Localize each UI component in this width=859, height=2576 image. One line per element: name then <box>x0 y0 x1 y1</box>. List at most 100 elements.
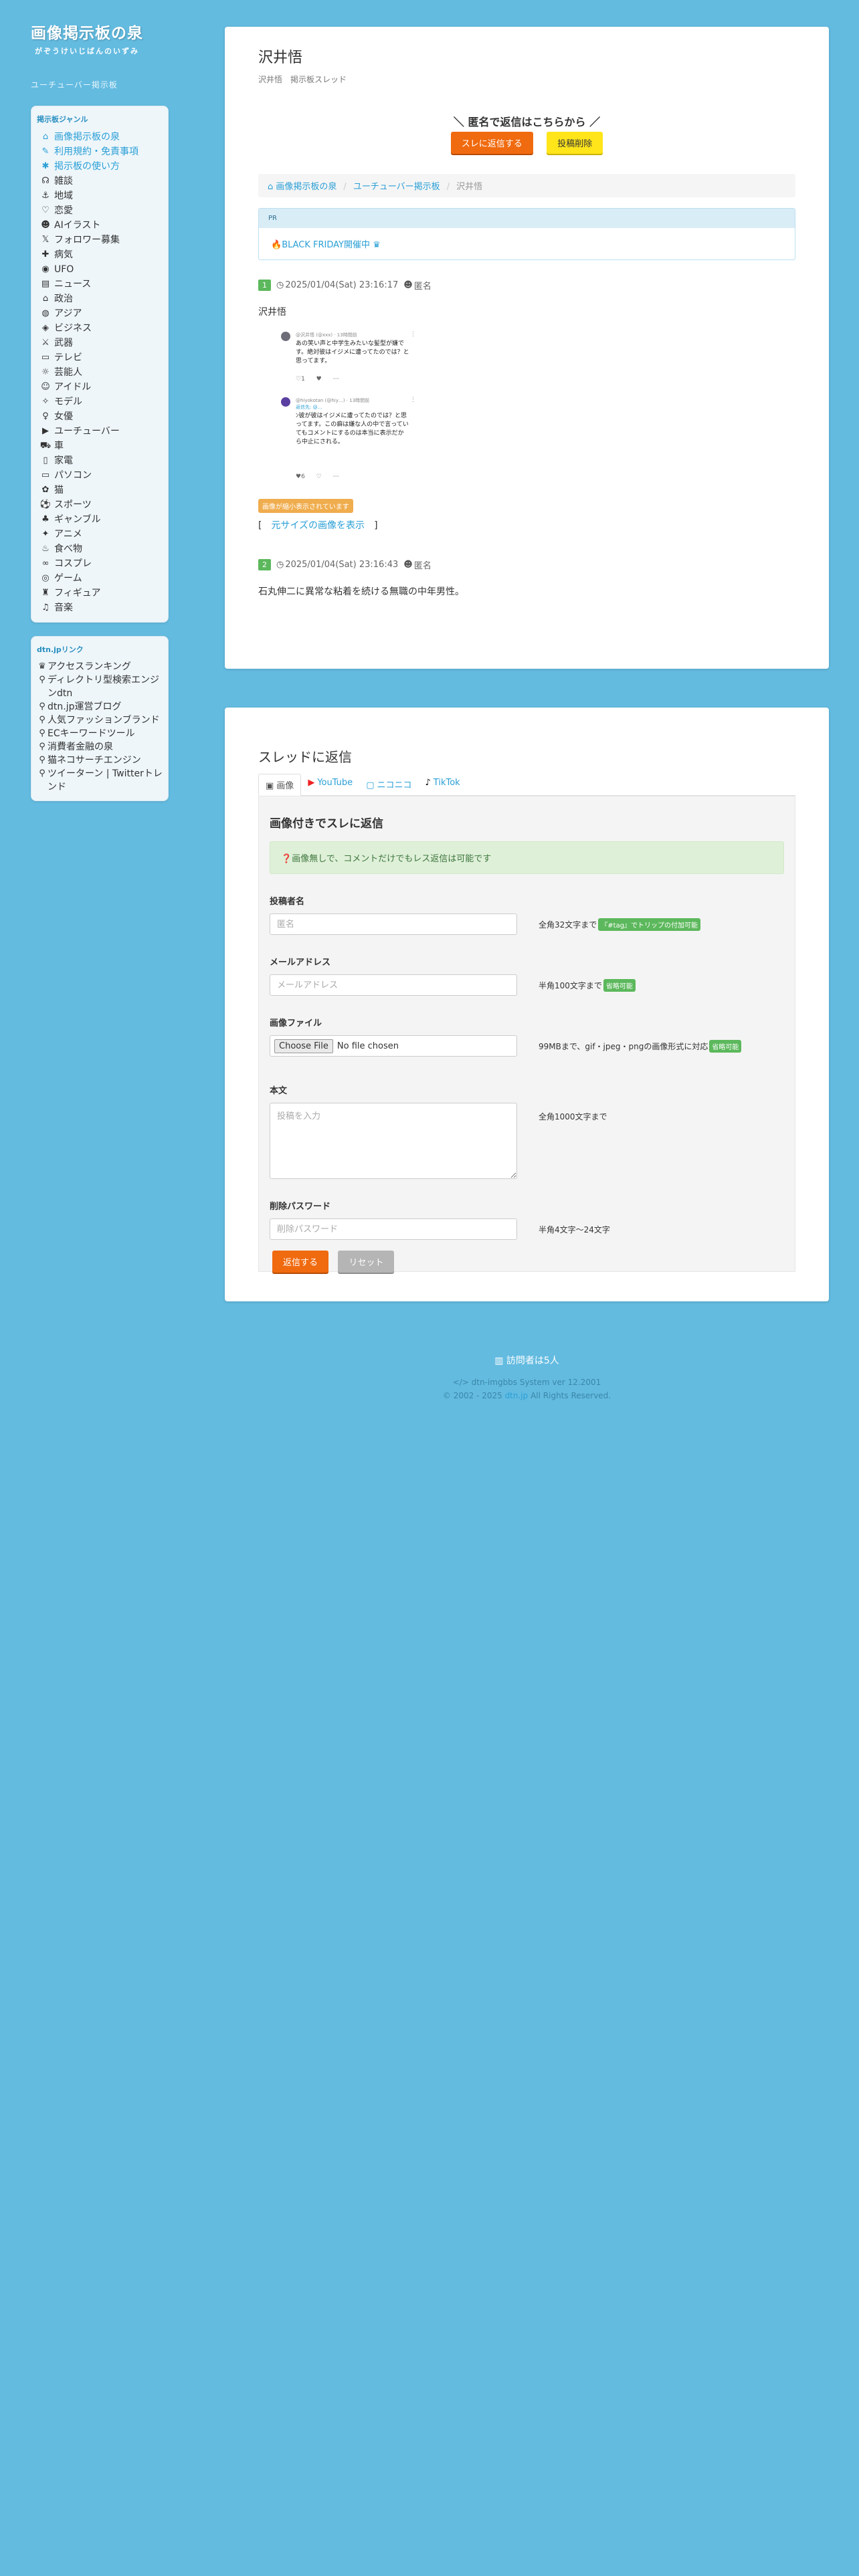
sidebar-genre-item[interactable]: ☊ 雑談 <box>37 174 163 189</box>
sidebar-genre-item[interactable]: ◈ ビジネス <box>37 321 163 336</box>
name-input[interactable] <box>270 914 517 935</box>
file-hint-text: 99MBまで、gif・jpeg・pngの画像形式に対応 <box>539 1041 708 1051</box>
sidebar-genre-item[interactable]: ♨ 食べ物 <box>37 542 163 556</box>
name-hint: 全角32文字まで 『#tag』でトリップの付加可能 <box>539 918 701 931</box>
sidebar-genre-item[interactable]: ☻ AIイラスト <box>37 218 163 233</box>
sidebar-genre-item[interactable]: ◎ ゲーム <box>37 571 163 586</box>
sidebar-genre-item[interactable]: ⚔ 武器 <box>37 336 163 350</box>
pr-link[interactable]: BLACK FRIDAY開催中 <box>282 240 370 250</box>
sidebar-genre-item[interactable]: ▶ ユーチューバー <box>37 424 163 439</box>
email-input[interactable] <box>270 974 517 996</box>
file-label: 画像ファイル <box>270 1018 322 1029</box>
sidebar-genre-item[interactable]: ▯ 家電 <box>37 453 163 468</box>
body-textarea[interactable] <box>270 1103 517 1179</box>
delete-post-button[interactable]: 投稿削除 <box>547 132 603 154</box>
sidebar-dtn-link-item[interactable]: ⚲ ツイーターン | Twitterトレンド <box>37 767 163 794</box>
sidebar-genre-item[interactable]: 𝕏 フォロワー募集 <box>37 233 163 247</box>
thread-title: 沢井悟 <box>258 49 303 66</box>
original-image-link[interactable]: 元サイズの画像を表示 <box>271 520 365 531</box>
tab-image[interactable]: ▣ 画像 <box>258 774 302 796</box>
genre-list: ☊ 雑談 ⚓ 地域 ♡ 恋愛 ☻ AIイラスト 𝕏 フォロワー募集 ✚ 病気 ◉ UFO ▤ ニュース ⌂ 政治 ◍… <box>37 174 163 615</box>
tab-youtube[interactable]: ▶ YouTube <box>301 774 359 795</box>
sidebar-genre-item-icon: ◍ <box>41 308 50 318</box>
copyright-link[interactable]: dtn.jp <box>505 1391 529 1400</box>
breadcrumb-separator: / <box>446 182 450 192</box>
sidebar-genre-item-label: 病気 <box>54 249 73 260</box>
sidebar-genre-item-icon: ⚓ <box>41 191 50 201</box>
reply-title: スレッドに返信 <box>258 749 352 765</box>
pr-box: PR 🔥BLACK FRIDAY開催中 ♛ <box>258 208 795 260</box>
tab-label: TikTok <box>433 778 460 788</box>
sidebar-genre-item[interactable]: ✧ モデル <box>37 395 163 409</box>
sidebar-genre-item[interactable]: ☼ 芸能人 <box>37 365 163 380</box>
reset-button[interactable]: リセット <box>338 1251 395 1273</box>
tweet-text: ﾝ彼が彼はイジメに遭ってたのでは？と思ってます。この癖は嫌な人の中で言っていても… <box>296 413 409 445</box>
sidebar-genre-item-label: ビジネス <box>54 323 92 334</box>
sidebar-genre-item-label: 家電 <box>54 455 73 466</box>
tweet-actions: ♡1 ♥ ⋯ <box>296 376 339 383</box>
sidebar-genre-item-label: コスプレ <box>54 558 92 569</box>
sidebar-dtn-link-item[interactable]: ⚲ 消費者金融の泉 <box>37 740 163 754</box>
sidebar-top-link-item[interactable]: ✎ 利用規約・免責事項 <box>37 144 163 159</box>
question-icon: ❓ <box>281 854 292 864</box>
tab-tiktok[interactable]: ♪ TikTok <box>419 774 467 795</box>
post-body: 沢井悟 <box>258 307 286 318</box>
sidebar-genre-item[interactable]: ✦ アニメ <box>37 527 163 542</box>
media-tabs: ▣ 画像 ▶ YouTube ▢ ニコニコ ♪ TikTok <box>258 774 795 796</box>
post-number-badge[interactable]: 2 <box>258 559 271 570</box>
niconico-icon: ▢ <box>366 780 375 790</box>
sidebar-genre-item[interactable]: ♡ 恋愛 <box>37 203 163 218</box>
sidebar-genre-item[interactable]: ∞ コスプレ <box>37 556 163 571</box>
file-hint: 99MBまで、gif・jpeg・pngの画像形式に対応 省略可能 <box>539 1039 742 1053</box>
sidebar-genre-item-label: 猫 <box>54 485 64 496</box>
sidebar-dtn-link-item[interactable]: ⚲ ディレクトリ型検索エンジンdtn <box>37 673 163 700</box>
password-input[interactable] <box>270 1218 517 1240</box>
sidebar-genre-item[interactable]: ⛟ 車 <box>37 439 163 453</box>
sidebar-genre-item[interactable]: ◍ アジア <box>37 306 163 321</box>
post-number-badge[interactable]: 1 <box>258 280 271 291</box>
file-input[interactable]: Choose File No file chosen <box>270 1035 517 1057</box>
email-group: メールアドレス 半角100文字まで省略可能 <box>270 955 784 996</box>
breadcrumb-separator: / <box>343 182 347 192</box>
post-image[interactable]: @沢井悟 (@xxx) · 13時間前 ⋮ あの笑い声と中学生みたいな髪型が嫌で… <box>278 328 419 488</box>
sidebar-genre-item-icon: ∞ <box>41 558 50 568</box>
sidebar-genre-item[interactable]: ♜ フィギュア <box>37 586 163 601</box>
sidebar-genre-item[interactable]: ✚ 病気 <box>37 247 163 262</box>
sidebar-top-link-item[interactable]: ⌂ 画像掲示板の泉 <box>37 130 163 144</box>
site-title[interactable]: 画像掲示板の泉 <box>31 20 169 43</box>
sidebar-dtn-link-item[interactable]: ⚲ 人気ファッションブランド <box>37 714 163 727</box>
site-reading: がぞうけいじばんのいずみ <box>35 47 139 56</box>
sidebar-dtn-link-item[interactable]: ⚲ dtn.jp運営ブログ <box>37 700 163 714</box>
sidebar-dtn-link-item[interactable]: ♛ アクセスランキング <box>37 660 163 673</box>
breadcrumb-category[interactable]: ユーチューバー掲示板 <box>353 182 440 192</box>
sidebar-dtn-link-item-label: ツイーターン | Twitterトレンド <box>47 768 163 792</box>
submit-button[interactable]: 返信する <box>272 1251 329 1273</box>
reply-prompt: ＼ 匿名で返信はこちらから ／ <box>453 116 601 128</box>
sidebar-genre-item[interactable]: ◉ UFO <box>37 262 163 277</box>
sidebar-genre-item[interactable]: ♫ 音楽 <box>37 601 163 615</box>
sidebar-dtn-link-item[interactable]: ⚲ ECキーワードツール <box>37 727 163 740</box>
sidebar-genre-item[interactable]: ▭ テレビ <box>37 350 163 365</box>
sidebar-genre-item[interactable]: ▭ パソコン <box>37 468 163 483</box>
choose-file-button[interactable]: Choose File <box>274 1039 333 1053</box>
sidebar-genre-item[interactable]: ⚽ スポーツ <box>37 498 163 512</box>
sidebar-genre-item[interactable]: ♀ 女優 <box>37 409 163 424</box>
sidebar-genre-item[interactable]: ⚓ 地域 <box>37 189 163 203</box>
sidebar-dtn-link-item-icon: ⚲ <box>39 742 45 752</box>
sidebar-genre-item-icon: ☊ <box>41 176 50 186</box>
sidebar-genre-item[interactable]: ▤ ニュース <box>37 277 163 292</box>
sidebar-genre-item[interactable]: ♣ ギャンブル <box>37 512 163 527</box>
sidebar-genre-item-label: 地域 <box>54 191 73 201</box>
reply-to-thread-button[interactable]: スレに返信する <box>450 132 533 154</box>
password-label: 削除パスワード <box>270 1202 331 1212</box>
sidebar-dtn-link-item[interactable]: ⚲ 猫ネコサーチエンジン <box>37 754 163 767</box>
links-panel-heading: dtn.jpリンク <box>37 645 84 654</box>
sidebar-genre-item[interactable]: ✿ 猫 <box>37 483 163 498</box>
tweet-text: あの笑い声と中学生みたいな髪型が嫌です。絶対彼はイジメに遭ってたのでは？と思って… <box>296 340 409 364</box>
sidebar-genre-item-icon: ⛟ <box>39 441 52 451</box>
sidebar-top-link-item[interactable]: ✱ 掲示板の使い方 <box>37 159 163 174</box>
breadcrumb-home[interactable]: ⌂ 画像掲示板の泉 <box>268 182 337 192</box>
sidebar-genre-item[interactable]: ⌂ 政治 <box>37 292 163 306</box>
sidebar-genre-item[interactable]: ☺ アイドル <box>37 380 163 395</box>
tab-niconico[interactable]: ▢ ニコニコ <box>359 774 418 795</box>
